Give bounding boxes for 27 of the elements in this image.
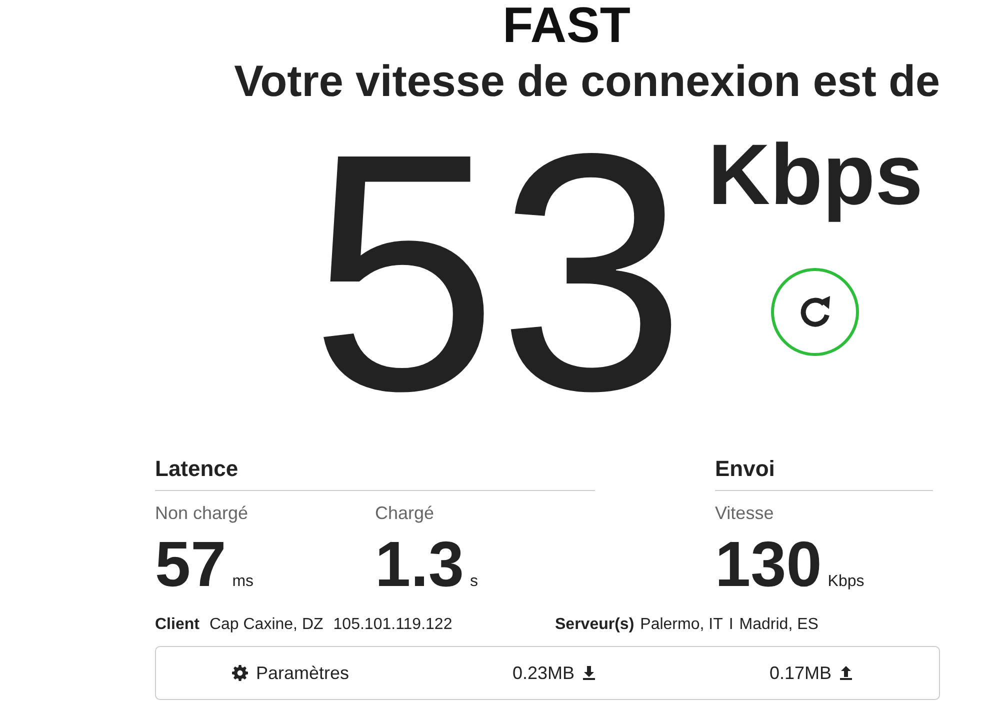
server-label: Serveur(s) (555, 616, 634, 633)
download-size: 0.23MB (512, 662, 575, 684)
server-location: Madrid, ES (739, 616, 818, 633)
headline: Votre vitesse de connexion est de (233, 56, 940, 108)
metric-value: 57 (155, 532, 226, 596)
upload-size: 0.17MB (769, 662, 832, 684)
metric-value: 130 (715, 532, 822, 596)
gear-icon (232, 665, 248, 681)
upload-title: Envoi (715, 456, 933, 491)
client-label: Client (155, 616, 200, 633)
metric-label: Non chargé (155, 503, 250, 524)
client-ip: 105.101.119.122 (333, 616, 452, 633)
latency-title: Latence (155, 456, 595, 491)
metric-unit: ms (232, 573, 254, 591)
separator: I (728, 616, 734, 633)
metric-unit: Kbps (828, 573, 864, 591)
upload-icon (840, 666, 852, 680)
logo-text: FAST (502, 0, 632, 50)
metric-value: 1.3 (375, 532, 464, 596)
metric-label: Chargé (375, 503, 436, 524)
download-icon (582, 666, 595, 680)
settings-button[interactable]: Paramètres (156, 662, 425, 684)
metric-unit: s (470, 573, 478, 591)
client-location: Cap Caxine, DZ (209, 616, 324, 633)
metric-label: Vitesse (715, 503, 775, 524)
speed-value: 53 (310, 122, 686, 422)
server-location: Palermo, IT (640, 616, 723, 633)
